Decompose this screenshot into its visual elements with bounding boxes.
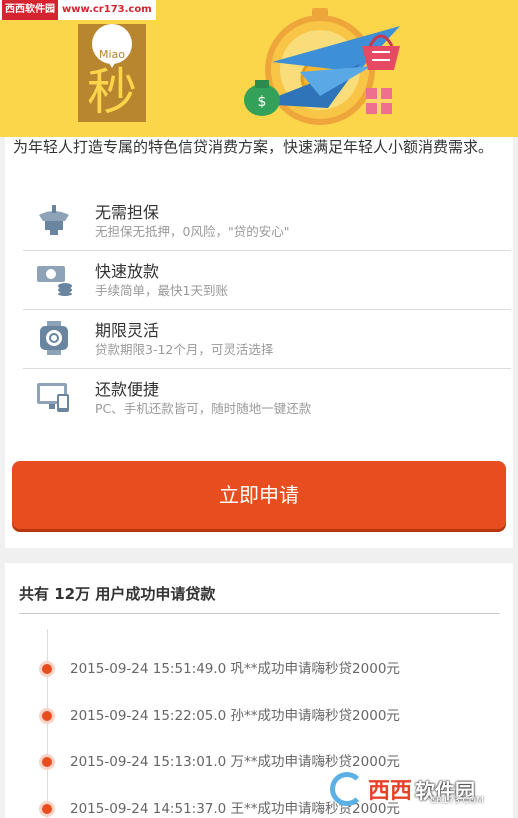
feature-easy-repay: 还款便捷 PC、手机还款皆可，随时随地一键还款 bbox=[5, 368, 513, 426]
banner-illustration: ¥ $ bbox=[244, 8, 400, 125]
gift-icon bbox=[366, 88, 392, 114]
feature-fast-loan: 快速放款 手续简单，最快1天到账 bbox=[5, 250, 513, 308]
feature-desc: 无担保无抵押，0风险，"贷的安心" bbox=[95, 224, 290, 239]
watermark-brand: 西西 bbox=[368, 779, 413, 804]
timeline-dot-icon bbox=[42, 664, 52, 674]
feature-title: 快速放款 bbox=[95, 262, 160, 281]
watermark-logo-icon bbox=[330, 772, 364, 806]
intro-text: 为年轻人打造专属的特色信贷消费方案，快速满足年轻人小额消费需求。 bbox=[13, 138, 494, 156]
timeline-dot-icon bbox=[42, 757, 52, 767]
feature-title: 还款便捷 bbox=[95, 380, 160, 399]
bottom-watermark: 西西 软件园 CR173.COM bbox=[330, 768, 500, 810]
cash-icon bbox=[37, 266, 72, 296]
product-card: 为年轻人打造专属的特色信贷消费方案，快速满足年轻人小额消费需求。 无需担保 无担… bbox=[5, 137, 513, 548]
feature-title: 无需担保 bbox=[95, 203, 160, 222]
feature-desc: PC、手机还款皆可，随时随地一键还款 bbox=[95, 401, 312, 416]
watermark-url-small: CR173.COM bbox=[430, 796, 484, 806]
record-item: 2015-09-24 15:22:05.0 孙**成功申请嗨秒贷2000元 bbox=[5, 706, 513, 726]
divider bbox=[19, 613, 500, 614]
feature-flexible-term: 期限灵活 贷款期限3-12个月，可灵活选择 bbox=[5, 309, 513, 367]
record-item: 2015-09-24 15:51:49.0 巩**成功申请嗨秒贷2000元 bbox=[5, 659, 513, 679]
computer-icon bbox=[37, 383, 69, 412]
timeline-dot-icon bbox=[42, 711, 52, 721]
promo-banner: 西西软件园 www.cr173.com Miao 秒 ¥ $ bbox=[0, 0, 518, 137]
watch-icon bbox=[40, 321, 68, 355]
records-title: 共有 12万 用户成功申请贷款 bbox=[19, 585, 216, 603]
feature-desc: 贷款期限3-12个月，可灵活选择 bbox=[95, 342, 274, 357]
record-text: 2015-09-24 15:51:49.0 巩**成功申请嗨秒贷2000元 bbox=[70, 661, 400, 677]
feature-title: 期限灵活 bbox=[95, 321, 160, 340]
svg-text:$: $ bbox=[258, 94, 267, 110]
feature-no-guarantee: 无需担保 无担保无抵押，0风险，"贷的安心" bbox=[5, 191, 513, 249]
feature-desc: 手续简单，最快1天到账 bbox=[95, 283, 228, 298]
record-text: 2015-09-24 15:22:05.0 孙**成功申请嗨秒贷2000元 bbox=[70, 708, 400, 724]
timeline-dot-icon bbox=[42, 804, 52, 814]
no-guarantee-icon bbox=[39, 205, 69, 235]
apply-now-button[interactable]: 立即申请 bbox=[12, 461, 506, 529]
